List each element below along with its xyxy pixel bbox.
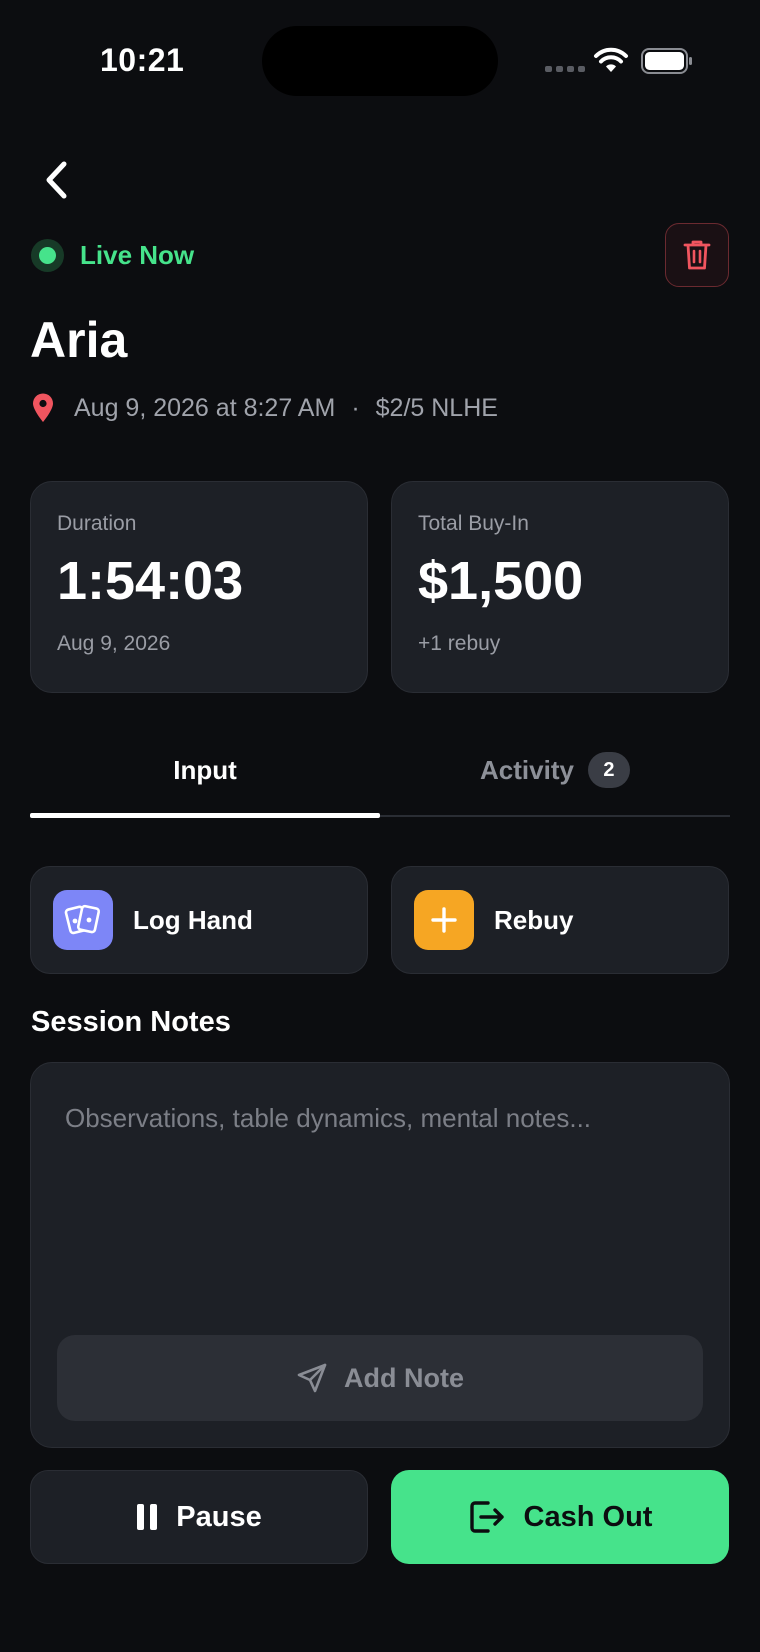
live-indicator-dot xyxy=(31,239,64,272)
buy-in-value: $1,500 xyxy=(418,551,584,611)
battery-icon xyxy=(641,48,692,74)
tab-bar: Input Activity 2 xyxy=(30,722,730,818)
chevron-left-icon xyxy=(46,161,67,199)
add-note-label: Add Note xyxy=(344,1362,464,1393)
log-hand-button[interactable]: Log Hand xyxy=(30,866,368,974)
duration-card: Duration 1:54:03 Aug 9, 2026 xyxy=(30,481,368,693)
add-note-button[interactable]: Add Note xyxy=(57,1335,703,1421)
cards-icon xyxy=(53,890,113,950)
pause-button[interactable]: Pause xyxy=(30,1470,368,1564)
duration-value: 1:54:03 xyxy=(57,551,244,611)
status-time: 10:21 xyxy=(100,42,185,78)
meta-separator: · xyxy=(351,393,360,422)
session-screen: 10:21 Live Now Aria Aug 9, 2026 at 8:27 … xyxy=(0,0,760,1652)
duration-label: Duration xyxy=(57,512,137,535)
activity-count-badge: 2 xyxy=(587,752,630,788)
tab-selected-indicator xyxy=(30,813,380,818)
plus-icon xyxy=(414,890,474,950)
session-datetime: Aug 9, 2026 at 8:27 AM xyxy=(74,393,336,422)
map-pin-icon xyxy=(33,393,53,422)
duration-date: Aug 9, 2026 xyxy=(57,632,171,655)
dynamic-island xyxy=(262,26,498,96)
tab-input[interactable]: Input xyxy=(30,722,380,818)
notes-card: Add Note xyxy=(30,1062,730,1448)
rebuy-count: +1 rebuy xyxy=(418,632,501,655)
session-meta: Aug 9, 2026 at 8:27 AM · $2/5 NLHE xyxy=(32,393,498,423)
delete-session-button[interactable] xyxy=(665,223,729,287)
buy-in-card: Total Buy-In $1,500 +1 rebuy xyxy=(391,481,729,693)
notes-input[interactable] xyxy=(65,1103,695,1134)
session-notes-title: Session Notes xyxy=(31,1006,231,1038)
wifi-icon xyxy=(594,47,628,72)
cash-out-label: Cash Out xyxy=(523,1500,653,1533)
log-hand-label: Log Hand xyxy=(133,904,253,935)
send-icon xyxy=(297,1363,327,1393)
tab-activity-label: Activity xyxy=(480,754,574,785)
buy-in-label: Total Buy-In xyxy=(418,512,529,535)
tab-input-label: Input xyxy=(173,754,237,785)
cash-out-button[interactable]: Cash Out xyxy=(391,1470,729,1564)
cellular-signal-icon xyxy=(545,66,585,72)
pause-label: Pause xyxy=(176,1500,262,1533)
pause-icon xyxy=(137,1504,158,1530)
game-type: $2/5 NLHE xyxy=(375,393,498,422)
logout-icon xyxy=(469,1501,504,1533)
trash-icon xyxy=(683,240,711,270)
page-title: Aria xyxy=(30,312,128,368)
live-status: Live Now xyxy=(31,239,194,272)
rebuy-button[interactable]: Rebuy xyxy=(391,866,729,974)
tab-activity[interactable]: Activity 2 xyxy=(380,722,730,818)
back-button[interactable] xyxy=(36,156,76,204)
rebuy-label: Rebuy xyxy=(494,904,574,935)
live-label: Live Now xyxy=(80,240,195,270)
